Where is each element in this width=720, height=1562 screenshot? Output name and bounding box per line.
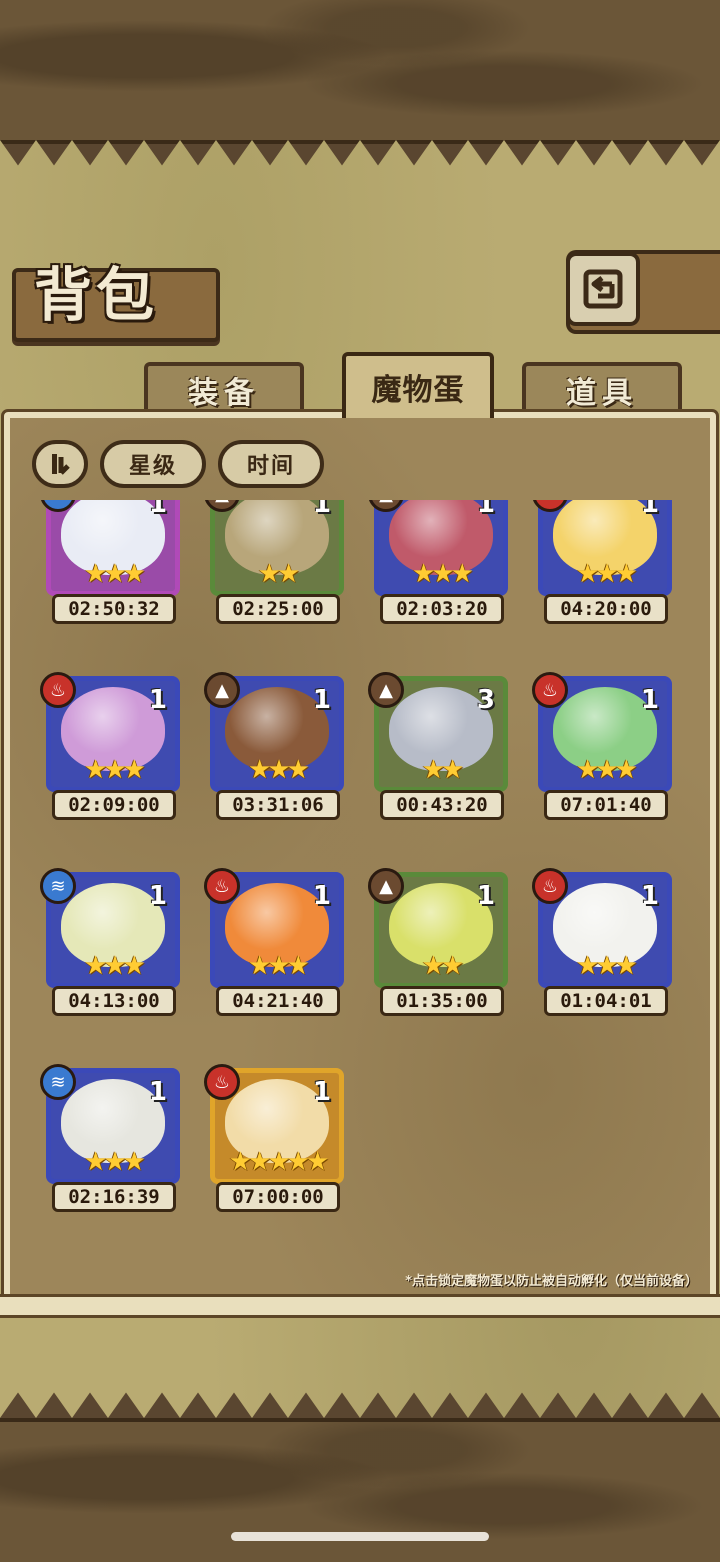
fire-icon: ♨: [532, 672, 568, 708]
star-rating: ★★★: [576, 755, 638, 785]
egg-count: 1: [312, 881, 331, 911]
sort-order-button[interactable]: [32, 440, 88, 488]
page-title: 背包: [34, 261, 159, 329]
water-icon: ≋: [40, 868, 76, 904]
fire-icon: ♨: [40, 672, 76, 708]
egg-frame: 1 ★★★: [374, 500, 508, 596]
fire-icon: ♨: [532, 868, 568, 904]
egg-count: 1: [148, 685, 167, 715]
hatch-timer: 02:16:39: [52, 1182, 176, 1212]
egg-card[interactable]: 3 ★★ ▲ 00:43:20: [358, 672, 508, 822]
egg-count: 1: [148, 500, 167, 519]
egg-card[interactable]: 1★★▲02:25:00: [194, 500, 344, 626]
hatch-timer: 02:03:20: [380, 594, 504, 624]
egg-count: 1: [312, 685, 331, 715]
egg-count: 1: [476, 881, 495, 911]
egg-card[interactable]: 1 ★★★ ♨ 02:09:00: [30, 672, 180, 822]
hatch-timer: 02:50:32: [52, 594, 176, 624]
auto-hatch-hint: *点击锁定魔物蛋以防止被自动孵化（仅当前设备）: [405, 1274, 698, 1289]
egg-grid[interactable]: 1 ★★★ ≋ 02:50:32 1 ★★ ▲ 02:25:00 1 ★★★ ▲ 02:03:20 1 ★…: [30, 500, 690, 1270]
hatch-timer: 07:01:40: [544, 790, 668, 820]
star-rating: ★★★: [576, 559, 638, 589]
egg-count: 1: [312, 1077, 331, 1107]
tab-equipment[interactable]: 装备: [144, 362, 304, 414]
egg-count: 1: [148, 881, 167, 911]
egg-card[interactable]: 1★★★▲02:03:20: [358, 500, 508, 626]
tab-monster-eggs[interactable]: 魔物蛋: [342, 352, 494, 418]
egg-card[interactable]: 1 ★★★ ♨ 04:21:40: [194, 868, 344, 1018]
egg-count: 3: [476, 685, 495, 715]
egg-card[interactable]: 1 ★★★★★ ♨ 07:00:00: [194, 1064, 344, 1214]
egg-card[interactable]: 1 ★★ ▲ 01:35:00: [358, 868, 508, 1018]
egg-card[interactable]: 1 ★★★ ≋ 04:13:00: [30, 868, 180, 1018]
hatch-timer: 04:13:00: [52, 986, 176, 1016]
hatch-timer: 03:31:06: [216, 790, 340, 820]
hatch-timer: 04:20:00: [544, 594, 668, 624]
earth-icon: ▲: [204, 672, 240, 708]
egg-count: 1: [640, 685, 659, 715]
earth-icon: ▲: [368, 868, 404, 904]
fire-icon: ♨: [204, 868, 240, 904]
egg-card[interactable]: 1★★★≋02:50:32: [30, 500, 180, 626]
star-rating: ★★★: [248, 951, 310, 981]
hatch-timer: 02:25:00: [216, 594, 340, 624]
home-indicator[interactable]: [231, 1532, 489, 1541]
egg-frame: 1 ★★: [210, 500, 344, 596]
fire-icon: ♨: [204, 1064, 240, 1100]
tab-items[interactable]: 道具: [522, 362, 682, 414]
egg-count: 1: [312, 500, 331, 519]
egg-card[interactable]: 1 ★★★ ▲ 03:31:06: [194, 672, 344, 822]
star-rating: ★★★: [84, 755, 146, 785]
earth-icon: ▲: [368, 672, 404, 708]
star-rating: ★★★: [412, 559, 474, 589]
tab-bar: 装备 魔物蛋 道具: [12, 352, 708, 418]
sort-by-star-button[interactable]: 星级: [100, 440, 206, 488]
top-map-background: [0, 0, 720, 144]
panel-bottom-rail: [0, 1294, 720, 1318]
egg-count: 1: [148, 1077, 167, 1107]
star-rating: ★★★: [84, 1147, 146, 1177]
egg-count: 1: [476, 500, 495, 519]
back-arrow-icon: [583, 269, 623, 309]
hatch-timer: 01:04:01: [544, 986, 668, 1016]
hatch-timer: 01:35:00: [380, 986, 504, 1016]
back-button[interactable]: [566, 252, 640, 326]
star-rating: ★★★: [84, 951, 146, 981]
sort-toggle-icon: [52, 454, 70, 475]
hatch-timer: 00:43:20: [380, 790, 504, 820]
sort-by-time-button[interactable]: 时间: [218, 440, 324, 488]
star-rating: ★★: [421, 755, 465, 785]
egg-frame: 1 ★★★: [46, 500, 180, 596]
egg-card[interactable]: 1★★★♨04:20:00: [522, 500, 672, 626]
hatch-timer: 04:21:40: [216, 986, 340, 1016]
star-rating: ★★★: [84, 559, 146, 589]
egg-card[interactable]: 1 ★★★ ≋ 02:16:39: [30, 1064, 180, 1214]
star-rating: ★★: [257, 559, 301, 589]
egg-frame: 1 ★★★: [538, 500, 672, 596]
egg-count: 1: [640, 500, 659, 519]
hatch-timer: 07:00:00: [216, 1182, 340, 1212]
water-icon: ≋: [40, 1064, 76, 1100]
hatch-timer: 02:09:00: [52, 790, 176, 820]
star-rating: ★★: [421, 951, 465, 981]
star-rating: ★★★: [576, 951, 638, 981]
star-rating: ★★★: [248, 755, 310, 785]
egg-count: 1: [640, 881, 659, 911]
star-rating: ★★★★★: [228, 1147, 330, 1177]
egg-card[interactable]: 1 ★★★ ♨ 07:01:40: [522, 672, 672, 822]
egg-card[interactable]: 1 ★★★ ♨ 01:04:01: [522, 868, 672, 1018]
